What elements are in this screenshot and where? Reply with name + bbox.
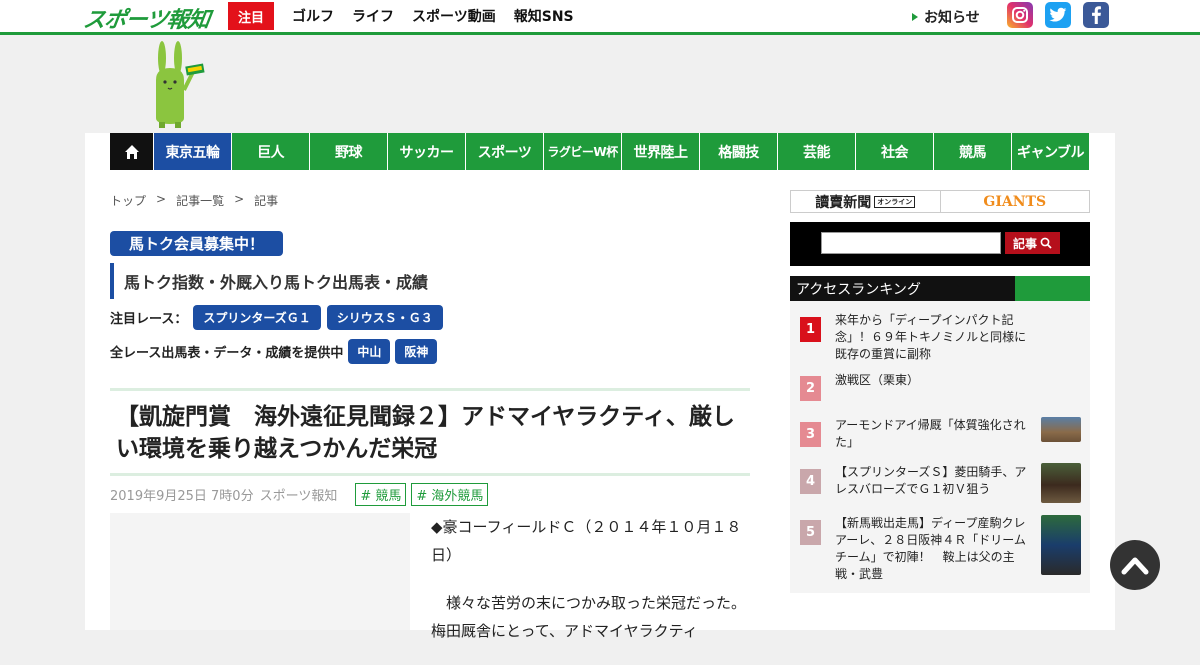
search-input[interactable]	[821, 232, 1001, 254]
ranking-header: アクセスランキング	[790, 276, 1090, 301]
rank-text: 来年から「ディープインパクト記念」！６９年トキノミノルと同様に既存の重賞に副称	[835, 313, 1027, 361]
chevron-up-icon	[1121, 557, 1149, 575]
article-date: 2019年9月25日 7時0分	[110, 489, 254, 504]
umatoku-member-badge[interactable]: 馬トク会員募集中！	[110, 231, 283, 256]
cat-athletics[interactable]: 世界陸上	[621, 133, 699, 170]
breadcrumb-sep: >	[234, 192, 245, 206]
breadcrumb-top[interactable]: トップ	[110, 192, 146, 209]
breadcrumb-current: 記事	[254, 194, 279, 208]
article-photo	[110, 513, 410, 630]
cat-entertainment[interactable]: 芸能	[777, 133, 855, 170]
sidebar-banner: 讀賣新聞 オンライン GIANTS	[790, 190, 1090, 213]
search-button-label: 記事	[1012, 236, 1037, 251]
cat-soccer[interactable]: サッカー	[387, 133, 465, 170]
cat-horse-racing[interactable]: 競馬	[933, 133, 1011, 170]
top-nav-video[interactable]: スポーツ動画	[412, 6, 496, 26]
notice-label: お知らせ	[924, 10, 980, 26]
tag-keiba[interactable]: # 競馬	[355, 483, 407, 506]
cat-baseball[interactable]: 野球	[309, 133, 387, 170]
featured-races: 注目レース： スプリンターズＧ１ シリウスＳ・Ｇ３	[110, 305, 443, 330]
article-body: ◆豪コーフィールドＣ（２０１４年１０月１８日） 様々な苦労の末につかみ取った栄冠…	[431, 513, 750, 665]
rank-text: 【スプリンターズＳ】菱田騎手、アレスバローズでＧ１初Ｖ狙う	[835, 465, 1027, 496]
top-header: スポーツ報知 注目 ゴルフ ライフ スポーツ動画 報知SNS お知らせ	[0, 0, 1200, 35]
facebook-icon[interactable]	[1083, 2, 1109, 28]
article-paragraph: ◆豪コーフィールドＣ（２０１４年１０月１８日）	[431, 518, 742, 564]
rank-number: 3	[800, 422, 821, 447]
yomiuri-logo: 讀賣新聞	[815, 194, 872, 211]
highlight-button[interactable]: 注目	[228, 2, 274, 30]
article-headline: 【凱旋門賞 海外遠征見聞録２】アドマイヤラクティ、厳しい環境を乗り越えつかんだ栄…	[116, 404, 735, 462]
twitter-icon[interactable]	[1045, 2, 1071, 28]
go-to-top-button[interactable]	[1110, 540, 1160, 590]
rank-text: アーモンドアイ帰厩「体質強化された」	[835, 418, 1026, 449]
promo-subhead[interactable]: 馬トク指数・外厩入り馬トク出馬表・成績	[110, 263, 428, 299]
home-button[interactable]	[110, 133, 153, 170]
cat-martial-arts[interactable]: 格闘技	[699, 133, 777, 170]
rank-number: 4	[800, 469, 821, 494]
top-nav-life[interactable]: ライフ	[352, 6, 394, 26]
top-nav-sns[interactable]: 報知SNS	[514, 6, 574, 26]
race-button-sirius[interactable]: シリウスＳ・Ｇ３	[326, 305, 443, 330]
cat-giants[interactable]: 巨人	[231, 133, 309, 170]
tag-overseas-keiba[interactable]: # 海外競馬	[411, 483, 489, 506]
ranking-accent	[1015, 276, 1090, 301]
rank-thumbnail	[1041, 515, 1081, 575]
cat-gamble[interactable]: ギャンブル	[1011, 133, 1089, 170]
rank-thumbnail	[1041, 417, 1081, 442]
venue-button-nakayama[interactable]: 中山	[348, 339, 391, 364]
category-nav: 東京五輪 巨人 野球 サッカー スポーツ ラグビーW杯 世界陸上 格闘技 芸能 …	[110, 133, 1089, 170]
breadcrumb: トップ > 記事一覧 > 記事	[110, 192, 278, 209]
all-races-row: 全レース出馬表・データ・成績を提供中 中山 阪神	[110, 339, 438, 364]
site-logo[interactable]: スポーツ報知	[82, 2, 211, 33]
article-meta: 2019年9月25日 7時0分 スポーツ報知 # 競馬 # 海外競馬	[110, 483, 489, 506]
triangle-icon	[912, 13, 918, 21]
headline-box: 【凱旋門賞 海外遠征見聞録２】アドマイヤラクティ、厳しい環境を乗り越えつかんだ栄…	[110, 388, 750, 476]
ranking-list: 1 来年から「ディープインパクト記念」！６９年トキノミノルと同様に既存の重賞に副…	[790, 301, 1090, 593]
cat-sports[interactable]: スポーツ	[465, 133, 543, 170]
article-source: スポーツ報知	[259, 489, 338, 504]
featured-race-label: 注目レース：	[110, 312, 188, 327]
rank-text: 激戦区（栗東）	[835, 373, 920, 387]
cat-tokyo-olympics[interactable]: 東京五輪	[153, 133, 231, 170]
mascot-image	[150, 40, 206, 128]
search-icon	[1040, 237, 1052, 249]
breadcrumb-sep: >	[156, 192, 167, 206]
rank-number: 5	[800, 520, 821, 545]
race-button-sprinters[interactable]: スプリンターズＧ１	[193, 305, 321, 330]
rank-number: 2	[800, 376, 821, 401]
notice-link[interactable]: お知らせ	[912, 7, 980, 27]
rank-thumbnail	[1041, 463, 1081, 503]
article-paragraph: 様々な苦労の末につかみ取った栄冠だった。梅田厩舎にとって、アドマイヤラクティ	[431, 594, 747, 640]
all-races-label: 全レース出馬表・データ・成績を提供中	[110, 346, 344, 361]
giants-banner[interactable]: GIANTS	[941, 191, 1090, 212]
cat-society[interactable]: 社会	[855, 133, 933, 170]
rank-text: 【新馬戦出走馬】ディープ産駒クレアーレ、２８日阪神４Ｒ「ドリームチーム」で初陣！…	[835, 516, 1026, 581]
ranking-title: アクセスランキング	[796, 281, 921, 298]
breadcrumb-list[interactable]: 記事一覧	[176, 192, 224, 209]
home-icon	[124, 144, 139, 159]
top-nav-golf[interactable]: ゴルフ	[292, 6, 334, 26]
search-box: 記事	[790, 222, 1090, 266]
yomiuri-online-banner[interactable]: 讀賣新聞 オンライン	[791, 191, 941, 212]
top-nav: ゴルフ ライフ スポーツ動画 報知SNS	[292, 6, 574, 26]
rank-number: 1	[800, 317, 821, 342]
cat-rugby[interactable]: ラグビーW杯	[543, 133, 621, 170]
instagram-icon[interactable]	[1007, 2, 1033, 28]
yomiuri-online-label: オンライン	[874, 195, 916, 208]
search-button[interactable]: 記事	[1005, 232, 1060, 254]
venue-button-hanshin[interactable]: 阪神	[395, 339, 438, 364]
